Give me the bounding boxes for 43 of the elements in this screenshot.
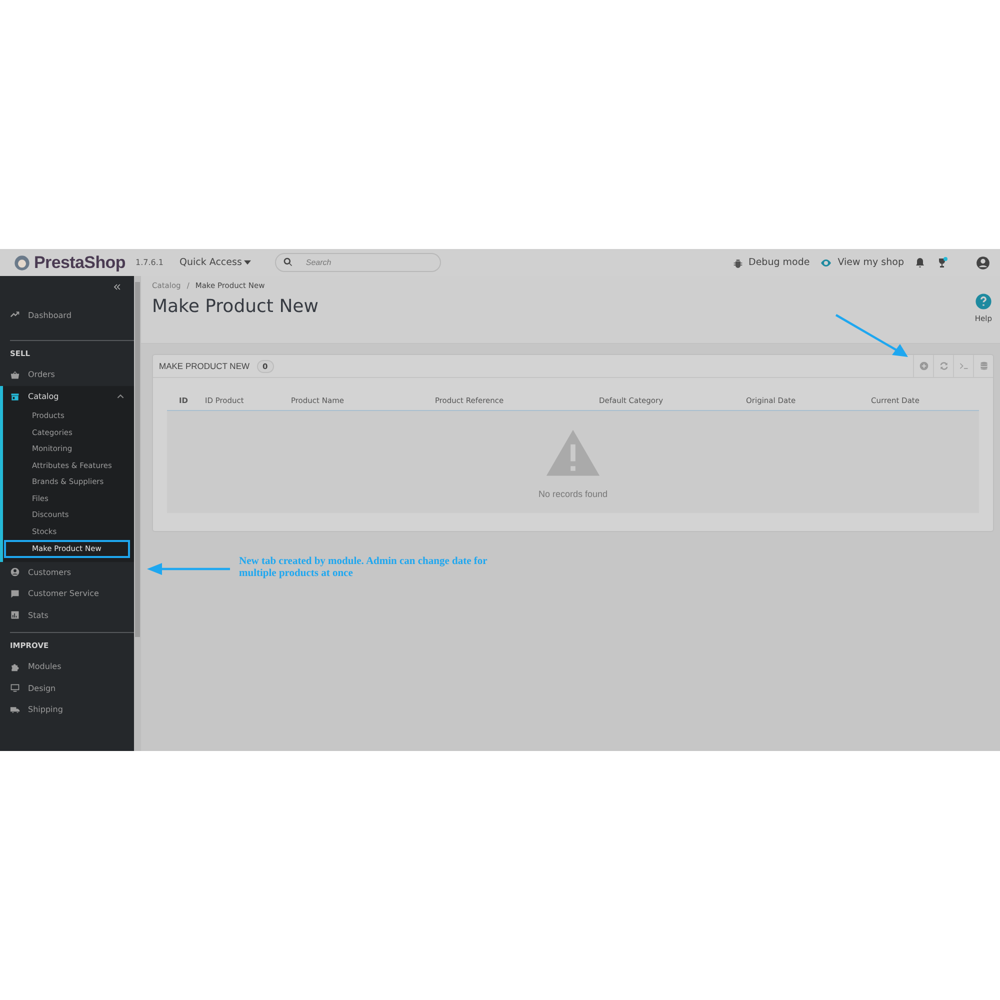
logo-icon — [14, 254, 30, 270]
chat-icon — [10, 588, 20, 599]
person-circle-icon — [10, 567, 20, 578]
eye-icon — [820, 256, 832, 268]
sidebar-item[interactable]: Catalog — [3, 386, 134, 408]
plus-circle-icon — [918, 361, 928, 371]
trend-line-icon — [10, 310, 20, 320]
monitor-icon — [10, 683, 20, 694]
collapse-icon — [112, 282, 122, 292]
truck-icon — [10, 704, 20, 715]
user-avatar-icon — [976, 256, 990, 270]
basket-icon — [10, 370, 20, 380]
sidebar-item[interactable]: Orders — [0, 364, 134, 386]
sidebar-item[interactable]: Shipping — [0, 699, 134, 720]
quick-access-menu[interactable]: Quick Access — [179, 257, 251, 268]
terminal-icon — [958, 361, 968, 371]
caret-icon — [244, 260, 251, 265]
version-label: 1.7.6.1 — [135, 258, 164, 267]
store-icon — [10, 392, 20, 402]
search-field[interactable]: Search — [274, 253, 441, 272]
brand-logo[interactable]: PrestaShop — [34, 252, 126, 272]
puzzle-icon — [10, 662, 20, 672]
trophy-icon — [936, 256, 948, 268]
sidebar-item[interactable]: Dashboard — [0, 296, 134, 334]
bar-chart-icon — [10, 610, 20, 620]
help-icon — [974, 293, 992, 310]
annotation-note: New tab created by module. Admin can change date for multiple products at once — [239, 556, 488, 580]
empty-message: No records found — [538, 489, 608, 499]
sidebar-item[interactable]: Customers — [0, 562, 134, 583]
page-title: Make Product New — [152, 296, 320, 317]
refresh-icon — [938, 361, 948, 371]
sidebar-item[interactable]: Design — [0, 678, 134, 699]
sidebar-item[interactable]: Customer Service — [0, 583, 134, 604]
database-icon — [978, 361, 988, 371]
search-icon — [282, 257, 293, 267]
bug-icon — [732, 258, 743, 268]
debug-mode-link[interactable]: Debug mode — [732, 257, 810, 268]
sidebar-item[interactable]: Modules — [0, 656, 134, 678]
sidebar-item[interactable]: Stats — [0, 604, 134, 626]
scrollbar-thumb[interactable] — [135, 282, 140, 637]
bell-icon — [914, 256, 926, 268]
panel-title: MAKE PRODUCT NEW — [159, 361, 250, 371]
view-shop-link[interactable]: View my shop — [820, 256, 904, 268]
